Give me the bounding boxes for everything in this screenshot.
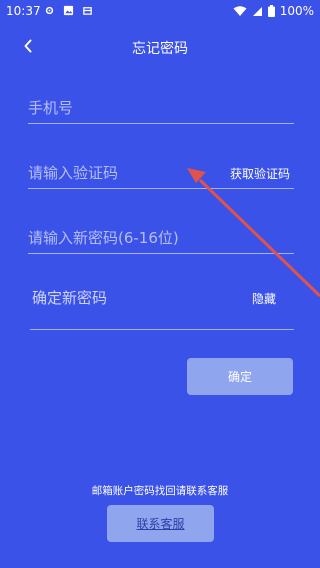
settings-icon — [45, 6, 54, 15]
confirm-password-input[interactable] — [32, 289, 222, 307]
help-text: 邮箱账户密码找回请联系客服 — [91, 485, 229, 497]
status-right: 100% — [233, 4, 314, 18]
new-password-input[interactable] — [28, 229, 278, 247]
verification-code-input[interactable] — [28, 164, 218, 182]
status-bar: 10:37 100% — [0, 0, 320, 22]
customer-service-button[interactable]: 联系客服 — [107, 505, 214, 542]
confirm-password-field: 隐藏 — [30, 280, 294, 330]
battery-icon — [267, 5, 275, 17]
notification-icon — [83, 7, 92, 15]
status-left-icons — [44, 5, 93, 16]
new-password-field — [28, 220, 294, 254]
submit-button[interactable]: 确定 — [187, 358, 293, 395]
nav-bar: 忘记密码 — [0, 30, 320, 62]
page-title: 忘记密码 — [132, 41, 188, 57]
image-icon — [63, 5, 74, 16]
verification-code-field: 获取验证码 — [28, 155, 294, 189]
get-code-button[interactable]: 获取验证码 — [230, 165, 290, 182]
wifi-icon — [233, 5, 247, 16]
phone-field — [28, 90, 294, 124]
status-time: 10:37 — [6, 4, 41, 18]
hide-password-toggle[interactable]: 隐藏 — [252, 290, 276, 307]
battery-percent: 100% — [279, 4, 314, 18]
signal-icon — [252, 6, 262, 16]
phone-input[interactable] — [28, 99, 218, 117]
